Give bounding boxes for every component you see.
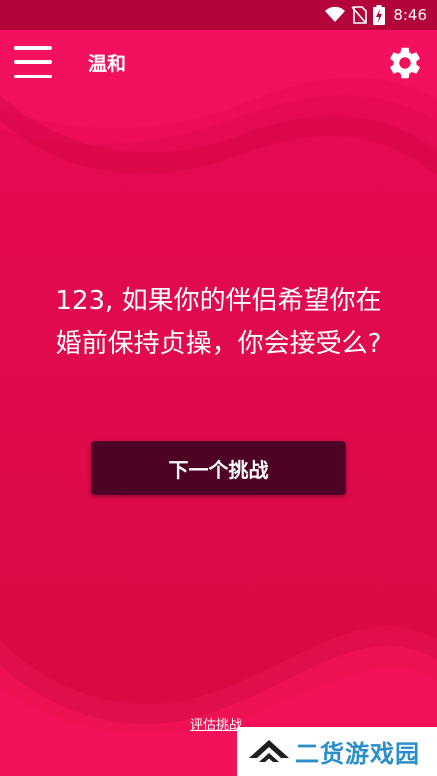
next-challenge-button[interactable]: 下一个挑战 (91, 441, 346, 495)
background-waves (0, 30, 437, 776)
hamburger-menu-icon (14, 46, 52, 50)
watermark: 二货游戏园 (237, 727, 437, 776)
status-time: 8:46 (393, 6, 427, 24)
chevron-logo-icon (249, 739, 289, 762)
battery-charging-icon (373, 5, 386, 25)
rate-challenge-link[interactable]: 评估挑战 (190, 714, 242, 733)
menu-button[interactable] (14, 46, 52, 78)
no-sim-icon (351, 6, 368, 24)
hamburger-line (14, 60, 52, 64)
app-screen: 8:46 温和 123, 如果你的伴侣希望你在 婚前保持贞操，你会接受么? 下一… (0, 0, 437, 776)
gear-icon (390, 47, 420, 79)
question-line-2: 婚前保持贞操，你会接受么? (55, 329, 382, 359)
watermark-text: 二货游戏园 (295, 740, 420, 768)
challenge-question: 123, 如果你的伴侣希望你在 婚前保持贞操，你会接受么? (24, 280, 413, 366)
settings-button[interactable] (386, 44, 424, 82)
page-title: 温和 (88, 53, 127, 75)
question-line-1: 123, 如果你的伴侣希望你在 (55, 286, 382, 316)
hamburger-line (14, 74, 52, 78)
wifi-icon (325, 7, 346, 23)
app-bar: 温和 (0, 30, 437, 94)
status-bar: 8:46 (0, 0, 437, 30)
